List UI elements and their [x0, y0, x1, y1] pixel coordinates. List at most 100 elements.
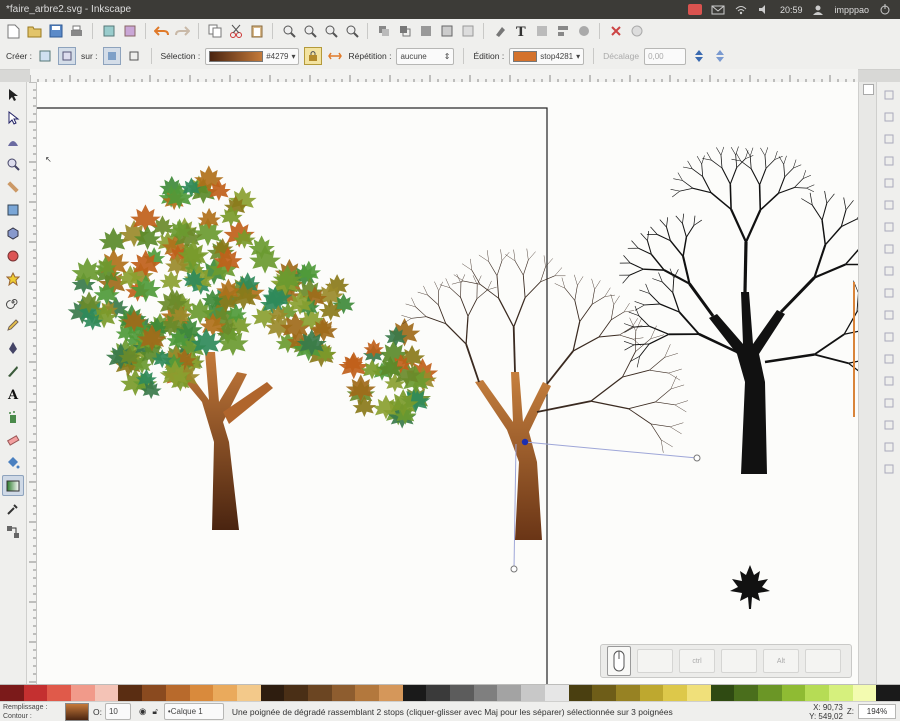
- extra-key-button[interactable]: [805, 649, 841, 673]
- shift-key-button[interactable]: [721, 649, 757, 673]
- snap-cusp-icon[interactable]: [880, 283, 898, 302]
- palette-swatch[interactable]: [687, 685, 711, 702]
- snap-bbox-corner-icon[interactable]: [880, 151, 898, 170]
- preferences-icon[interactable]: [574, 22, 593, 41]
- apply-stroke-icon[interactable]: [126, 48, 142, 64]
- scrollbar-track[interactable]: [861, 100, 874, 620]
- snap-nodes-icon[interactable]: [880, 217, 898, 236]
- alt-key-button[interactable]: Alt: [763, 649, 799, 673]
- palette-swatch[interactable]: [379, 685, 403, 702]
- export-icon[interactable]: [120, 22, 139, 41]
- pencil-icon[interactable]: [2, 314, 24, 335]
- palette-swatch[interactable]: [640, 685, 664, 702]
- palette-swatch[interactable]: [450, 685, 474, 702]
- fill-swatch[interactable]: [65, 703, 89, 721]
- scroll-corner-button[interactable]: [863, 84, 874, 95]
- volume-icon[interactable]: [757, 4, 771, 15]
- palette-swatch[interactable]: [355, 685, 379, 702]
- snap-midpoint-icon[interactable]: [880, 327, 898, 346]
- palette-swatch[interactable]: [711, 685, 735, 702]
- snap-rotation-center-icon[interactable]: [880, 371, 898, 390]
- palette-swatch[interactable]: [332, 685, 356, 702]
- session-red-icon[interactable]: [688, 4, 702, 15]
- calligraphy-icon[interactable]: [2, 360, 24, 381]
- spray-icon[interactable]: [2, 406, 24, 427]
- gradient-end-handle[interactable]: [511, 566, 517, 572]
- gradient-stop-handle[interactable]: [522, 439, 528, 445]
- snap-bbox-icon[interactable]: [880, 107, 898, 126]
- palette-swatch[interactable]: [569, 685, 593, 702]
- zoom-spinbox[interactable]: 194%: [858, 704, 896, 719]
- text-font-icon[interactable]: T: [511, 22, 530, 41]
- zoom-icon[interactable]: [2, 153, 24, 174]
- xml-editor-icon[interactable]: [532, 22, 551, 41]
- palette-swatch[interactable]: [403, 685, 427, 702]
- connector-icon[interactable]: [2, 521, 24, 542]
- snap-smooth-icon[interactable]: [880, 305, 898, 324]
- linear-gradient-icon[interactable]: [37, 48, 53, 64]
- offset-spinbox[interactable]: 0,00: [644, 48, 686, 65]
- visibility-eye-icon[interactable]: ◉: [139, 706, 146, 717]
- measure-icon[interactable]: [2, 176, 24, 197]
- snap-path-icon[interactable]: [880, 239, 898, 258]
- snap-bbox-midpoint-icon[interactable]: [880, 173, 898, 192]
- text-tool-icon[interactable]: A: [2, 383, 24, 404]
- palette-swatch[interactable]: [829, 685, 853, 702]
- pen-icon[interactable]: [2, 337, 24, 358]
- node-edit-icon[interactable]: [2, 107, 24, 128]
- rectangle-icon[interactable]: [2, 199, 24, 220]
- palette-swatch[interactable]: [142, 685, 166, 702]
- open-icon[interactable]: [25, 22, 44, 41]
- palette-swatch[interactable]: [24, 685, 48, 702]
- palette-swatch[interactable]: [284, 685, 308, 702]
- palette-swatch[interactable]: [237, 685, 261, 702]
- horizontal-ruler[interactable]: [30, 69, 858, 83]
- star-icon[interactable]: [2, 268, 24, 289]
- gradient-tree[interactable]: [401, 249, 688, 540]
- undo-icon[interactable]: [152, 22, 171, 41]
- opacity-spinbox[interactable]: 10: [105, 703, 131, 720]
- paste-icon[interactable]: [247, 22, 266, 41]
- tweak-icon[interactable]: [2, 130, 24, 151]
- palette-swatch[interactable]: [426, 685, 450, 702]
- snap-guide-icon[interactable]: [880, 459, 898, 478]
- mouse-button-icon[interactable]: [607, 646, 631, 676]
- colored-tree[interactable]: [68, 165, 439, 530]
- palette-swatch[interactable]: [47, 685, 71, 702]
- document-properties-icon[interactable]: [606, 22, 625, 41]
- zoom-selection-icon[interactable]: [279, 22, 298, 41]
- dropper-icon[interactable]: [2, 498, 24, 519]
- cut-icon[interactable]: [226, 22, 245, 41]
- palette-swatch[interactable]: [213, 685, 237, 702]
- add-stop-icon[interactable]: [691, 48, 707, 64]
- delete-stop-icon[interactable]: [712, 48, 728, 64]
- copy-icon[interactable]: [205, 22, 224, 41]
- ellipse-icon[interactable]: [2, 245, 24, 266]
- palette-swatch[interactable]: [308, 685, 332, 702]
- wifi-icon[interactable]: [734, 4, 748, 15]
- clock[interactable]: 20:59: [780, 5, 803, 15]
- palette-swatch[interactable]: [592, 685, 616, 702]
- palette-swatch[interactable]: [782, 685, 806, 702]
- save-icon[interactable]: [46, 22, 65, 41]
- palette-swatch[interactable]: [71, 685, 95, 702]
- snap-bbox-edge-icon[interactable]: [880, 129, 898, 148]
- snap-toggle-icon[interactable]: [880, 85, 898, 104]
- snap-option-button[interactable]: [637, 649, 673, 673]
- print-icon[interactable]: [67, 22, 86, 41]
- import-icon[interactable]: [99, 22, 118, 41]
- palette-swatch[interactable]: [190, 685, 214, 702]
- paint-bucket-icon[interactable]: [2, 452, 24, 473]
- palette-swatch[interactable]: [616, 685, 640, 702]
- lock-layer-icon[interactable]: 🔓︎: [152, 706, 158, 717]
- snap-grid-icon[interactable]: [880, 437, 898, 456]
- ungroup-icon[interactable]: [458, 22, 477, 41]
- stop-combo[interactable]: stop4281 ▾: [509, 48, 584, 65]
- palette-swatch[interactable]: [497, 685, 521, 702]
- palette-swatch[interactable]: [261, 685, 285, 702]
- power-icon[interactable]: [878, 4, 892, 15]
- envelope-icon[interactable]: [711, 4, 725, 15]
- palette-swatch[interactable]: [95, 685, 119, 702]
- palette-swatch[interactable]: [663, 685, 687, 702]
- snap-intersection-icon[interactable]: [880, 261, 898, 280]
